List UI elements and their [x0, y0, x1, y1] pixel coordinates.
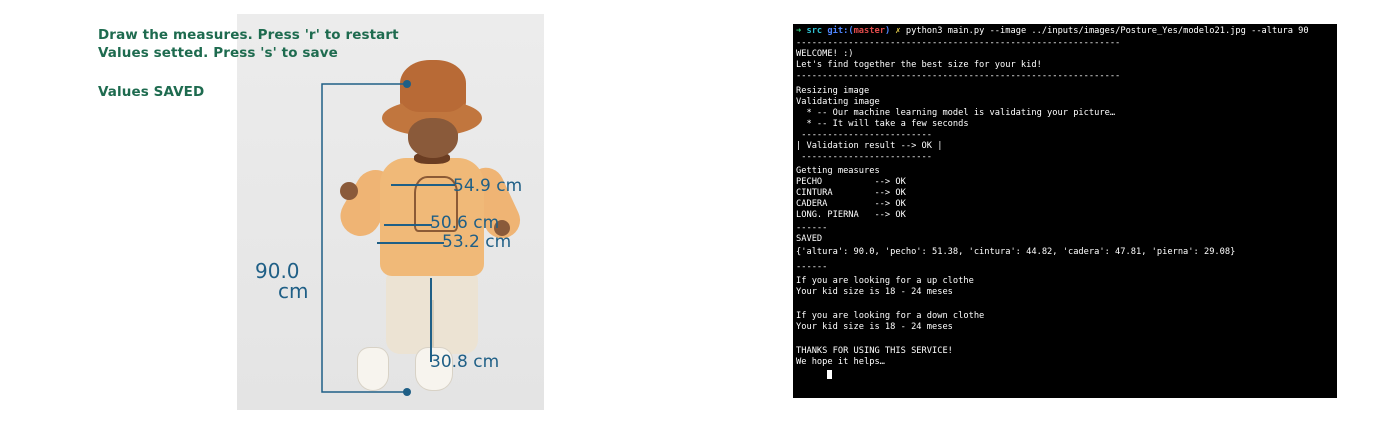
terminal-line: CADERA --> OK	[796, 199, 906, 209]
height-unit-label: cm	[278, 279, 309, 303]
terminal-line: CINTURA --> OK	[796, 188, 906, 198]
prompt-git-close: )	[884, 26, 891, 36]
terminal-line: {'altura': 90.0, 'pecho': 51.38, 'cintur…	[796, 247, 1236, 257]
terminal-line: | Validation result --> OK |	[796, 141, 943, 151]
terminal-line: PECHO --> OK	[796, 177, 906, 187]
terminal-line: Validating image	[796, 97, 880, 107]
waist-measure-label: 50.6 cm	[430, 213, 500, 233]
terminal-line: * -- It will take a few seconds	[796, 119, 969, 129]
prompt-dirty-icon: ✗	[895, 26, 901, 36]
terminal-line: Your kid size is 18 - 24 meses	[796, 322, 953, 332]
terminal-line: ------	[796, 223, 828, 233]
terminal-line: Resizing image	[796, 86, 870, 96]
terminal-line: We hope it helps…	[796, 357, 885, 367]
terminal-line: Your kid size is 18 - 24 meses	[796, 287, 953, 297]
terminal-line: ----------------------------------------…	[796, 71, 1121, 81]
terminal-line: -------------------------	[796, 152, 932, 162]
status-saved: Values SAVED	[98, 84, 205, 100]
terminal-line: If you are looking for a down clothe	[796, 311, 985, 321]
terminal-line: -------------------------	[796, 130, 932, 140]
prompt-git-label: git:(	[827, 26, 854, 36]
terminal-prompt-line: ➜ src git:(master) ✗ python3 main.py --i…	[796, 26, 1309, 37]
terminal-input-line[interactable]	[796, 370, 833, 382]
instruction-save: Values setted. Press 's' to save	[98, 45, 338, 61]
terminal-line: * -- Our machine learning model is valid…	[796, 108, 1116, 118]
terminal-line: If you are looking for a up clothe	[796, 276, 974, 286]
terminal-line: Getting measures	[796, 166, 880, 176]
terminal-line: Let's find together the best size for yo…	[796, 60, 1042, 70]
terminal-line: ------	[796, 262, 828, 272]
terminal-line: ----------------------------------------…	[796, 38, 1121, 48]
height-bottom-handle[interactable]	[403, 388, 411, 396]
prompt-branch: master	[853, 26, 885, 36]
terminal-line: LONG. PIERNA --> OK	[796, 210, 906, 220]
terminal-line: THANKS FOR USING THIS SERVICE!	[796, 346, 953, 356]
terminal-window[interactable]: ➜ src git:(master) ✗ python3 main.py --i…	[793, 24, 1337, 398]
prompt-command: python3 main.py --image ../inputs/images…	[905, 26, 1309, 36]
terminal-line: SAVED	[796, 234, 823, 244]
terminal-line: WELCOME! :)	[796, 49, 854, 59]
terminal-cursor[interactable]	[827, 370, 833, 379]
leg-measure-label: 30.8 cm	[430, 352, 500, 372]
prompt-arrow-icon: ➜	[796, 26, 802, 36]
prompt-directory: src	[806, 26, 823, 36]
height-top-handle[interactable]	[403, 80, 411, 88]
instruction-restart: Draw the measures. Press 'r' to restart	[98, 27, 399, 43]
chest-measure-label: 54.9 cm	[453, 176, 523, 196]
hip-measure-label: 53.2 cm	[442, 232, 512, 252]
height-measure-line[interactable]	[321, 83, 407, 393]
